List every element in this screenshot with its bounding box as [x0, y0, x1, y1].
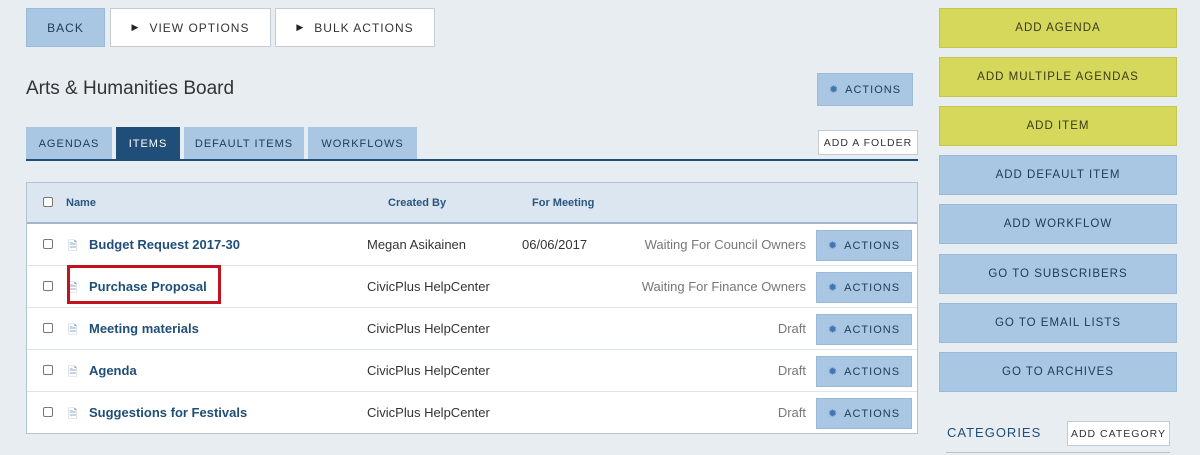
row-actions-button[interactable]: ✹ ACTIONS [816, 230, 912, 261]
categories-heading: CATEGORIES [947, 425, 1042, 440]
tab-workflows-label: WORKFLOWS [321, 137, 404, 150]
tab-agendas[interactable]: AGENDAS [26, 127, 112, 160]
table-row: 🗎 Suggestions for Festivals CivicPlus He… [27, 392, 917, 434]
add-workflow-label: ADD WORKFLOW [1003, 218, 1113, 230]
item-created-by: CivicPlus HelpCenter [367, 279, 490, 294]
item-status: Draft [777, 363, 806, 378]
gear-icon: ✹ [827, 324, 839, 336]
item-name-link[interactable]: Suggestions for Festivals [89, 405, 247, 420]
board-actions-button[interactable]: ✹ ACTIONS [817, 73, 913, 106]
row-actions-label: ACTIONS [844, 323, 901, 336]
page-title: Arts & Humanities Board [26, 78, 235, 99]
go-to-email-lists-label: GO TO EMAIL LISTS [994, 317, 1122, 329]
row-actions-button[interactable]: ✹ ACTIONS [816, 272, 912, 303]
add-multiple-agendas-button[interactable]: ADD MULTIPLE AGENDAS [939, 57, 1177, 97]
bulk-actions-label: BULK ACTIONS [314, 20, 414, 35]
item-created-by: CivicPlus HelpCenter [367, 405, 490, 420]
row-actions-label: ACTIONS [844, 239, 901, 252]
add-agenda-label: ADD AGENDA [1015, 22, 1101, 34]
add-default-item-button[interactable]: ADD DEFAULT ITEM [939, 155, 1177, 195]
column-header-name[interactable]: Name [66, 197, 96, 209]
add-category-label: ADD CATEGORY [1070, 427, 1167, 440]
back-button-label: BACK [47, 20, 84, 35]
item-status: Waiting For Council Owners [644, 237, 806, 252]
row-checkbox[interactable] [43, 365, 53, 375]
document-icon: 🗎 [68, 239, 78, 253]
row-checkbox[interactable] [43, 407, 53, 417]
item-name-link[interactable]: Meeting materials [89, 321, 199, 336]
play-icon: ▶ [131, 22, 140, 32]
go-to-subscribers-label: GO TO SUBSCRIBERS [988, 268, 1128, 280]
gear-icon: ✹ [827, 240, 839, 252]
item-name-link[interactable]: Budget Request 2017-30 [89, 237, 240, 252]
table-row: 🗎 Meeting materials CivicPlus HelpCenter… [27, 308, 917, 350]
bulk-actions-button[interactable]: ▶ BULK ACTIONS [275, 8, 435, 47]
tab-default-items[interactable]: DEFAULT ITEMS [184, 127, 304, 160]
go-to-email-lists-button[interactable]: GO TO EMAIL LISTS [939, 303, 1177, 343]
add-multiple-agendas-label: ADD MULTIPLE AGENDAS [977, 71, 1139, 83]
play-icon: ▶ [296, 22, 305, 32]
table-header: Name Created By For Meeting [27, 183, 917, 224]
tab-underline [26, 159, 918, 161]
item-status: Draft [777, 405, 806, 420]
row-actions-label: ACTIONS [844, 365, 901, 378]
column-header-for-meeting[interactable]: For Meeting [532, 197, 594, 209]
gear-icon: ✹ [827, 282, 839, 294]
board-actions-label: ACTIONS [845, 83, 902, 96]
highlight-box [67, 265, 221, 304]
item-created-by: Megan Asikainen [367, 237, 467, 252]
view-options-label: VIEW OPTIONS [149, 20, 250, 35]
tab-workflows[interactable]: WORKFLOWS [308, 127, 417, 160]
item-status: Waiting For Finance Owners [641, 279, 806, 294]
gear-icon: ✹ [827, 408, 839, 420]
item-created-by: CivicPlus HelpCenter [367, 363, 490, 378]
add-folder-button[interactable]: ADD A FOLDER [818, 130, 918, 155]
table-row: 🗎 Budget Request 2017-30 Megan Asikainen… [27, 224, 917, 266]
item-name-link[interactable]: Agenda [89, 363, 137, 378]
row-checkbox[interactable] [43, 239, 53, 249]
add-item-button[interactable]: ADD ITEM [939, 106, 1177, 146]
tab-default-items-label: DEFAULT ITEMS [194, 137, 294, 150]
add-agenda-button[interactable]: ADD AGENDA [939, 8, 1177, 48]
row-actions-button[interactable]: ✹ ACTIONS [816, 314, 912, 345]
add-default-item-label: ADD DEFAULT ITEM [995, 169, 1121, 181]
item-for-meeting: 06/06/2017 [522, 237, 588, 252]
row-actions-label: ACTIONS [844, 281, 901, 294]
document-icon: 🗎 [68, 407, 78, 421]
select-all-checkbox[interactable] [43, 197, 53, 207]
row-actions-label: ACTIONS [844, 407, 901, 420]
document-icon: 🗎 [68, 365, 78, 379]
add-category-button[interactable]: ADD CATEGORY [1067, 421, 1170, 446]
tab-agendas-label: AGENDAS [38, 137, 100, 150]
table-row: 🗎 Agenda CivicPlus HelpCenter Draft ✹ AC… [27, 350, 917, 392]
go-to-archives-label: GO TO ARCHIVES [1002, 366, 1114, 378]
view-options-button[interactable]: ▶ VIEW OPTIONS [110, 8, 271, 47]
add-workflow-button[interactable]: ADD WORKFLOW [939, 204, 1177, 244]
items-table: Name Created By For Meeting 🗎 Budget Req… [26, 182, 918, 434]
add-folder-label: ADD A FOLDER [823, 136, 913, 149]
item-status: Draft [777, 321, 806, 336]
add-item-label: ADD ITEM [1026, 120, 1090, 132]
go-to-subscribers-button[interactable]: GO TO SUBSCRIBERS [939, 254, 1177, 294]
row-checkbox[interactable] [43, 323, 53, 333]
row-actions-button[interactable]: ✹ ACTIONS [816, 398, 912, 429]
back-button[interactable]: BACK [26, 8, 105, 47]
categories-divider [946, 452, 1170, 453]
item-created-by: CivicPlus HelpCenter [367, 321, 490, 336]
gear-icon: ✹ [828, 84, 840, 96]
row-actions-button[interactable]: ✹ ACTIONS [816, 356, 912, 387]
gear-icon: ✹ [827, 366, 839, 378]
column-header-created-by[interactable]: Created By [388, 197, 446, 209]
document-icon: 🗎 [68, 323, 78, 337]
tab-items[interactable]: ITEMS [116, 127, 180, 160]
go-to-archives-button[interactable]: GO TO ARCHIVES [939, 352, 1177, 392]
tab-items-label: ITEMS [128, 137, 168, 150]
row-checkbox[interactable] [43, 281, 53, 291]
